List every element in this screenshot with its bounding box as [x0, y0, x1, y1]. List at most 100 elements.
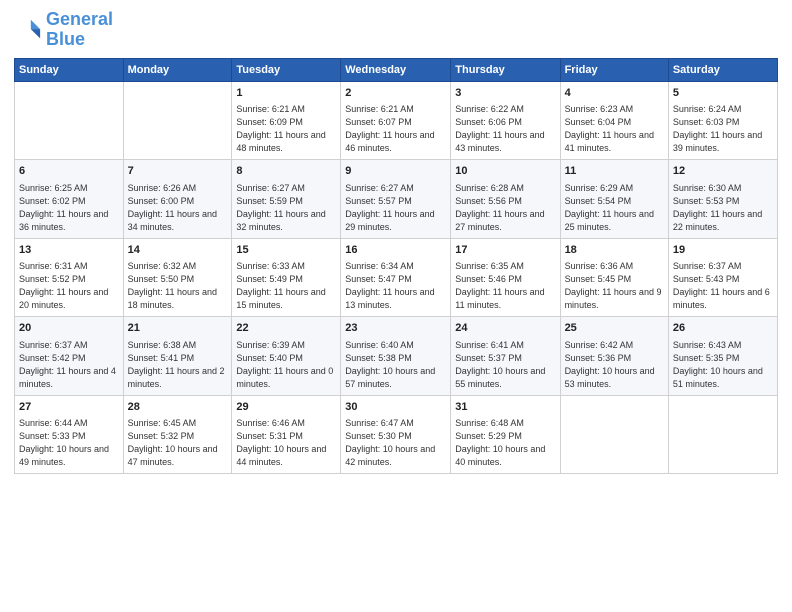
day-cell-1: 1 Sunrise: 6:21 AM Sunset: 6:09 PM Daylig…	[232, 81, 341, 160]
week-row-2: 6 Sunrise: 6:25 AM Sunset: 6:02 PM Daylig…	[15, 160, 778, 239]
day-number: 24	[455, 321, 555, 336]
day-cell-3: 3 Sunrise: 6:22 AM Sunset: 6:06 PM Daylig…	[451, 81, 560, 160]
day-info: Sunrise: 6:45 AM Sunset: 5:32 PM Dayligh…	[128, 417, 228, 469]
day-cell-6: 6 Sunrise: 6:25 AM Sunset: 6:02 PM Daylig…	[15, 160, 124, 239]
day-number: 29	[236, 400, 336, 415]
day-info: Sunrise: 6:37 AM Sunset: 5:43 PM Dayligh…	[673, 260, 773, 312]
day-number: 9	[345, 164, 446, 179]
day-cell-30: 30 Sunrise: 6:47 AM Sunset: 5:30 PM Dayli…	[341, 395, 451, 474]
day-number: 1	[236, 86, 336, 101]
day-cell-28: 28 Sunrise: 6:45 AM Sunset: 5:32 PM Dayli…	[123, 395, 232, 474]
day-number: 4	[565, 86, 664, 101]
day-cell-10: 10Sunrise: 6:28 AM Sunset: 5:56 PM Dayli…	[451, 160, 560, 239]
weekday-monday: Monday	[123, 58, 232, 81]
logo: General Blue	[14, 10, 113, 50]
day-number: 6	[19, 164, 119, 179]
day-number: 14	[128, 243, 228, 258]
day-cell-11: 11 Sunrise: 6:29 AM Sunset: 5:54 PM Dayli…	[560, 160, 668, 239]
day-info: Sunrise: 6:38 AM Sunset: 5:41 PM Dayligh…	[128, 339, 228, 391]
day-number: 30	[345, 400, 446, 415]
empty-cell	[15, 81, 124, 160]
weekday-saturday: Saturday	[668, 58, 777, 81]
day-info: Sunrise: 6:42 AM Sunset: 5:36 PM Dayligh…	[565, 339, 664, 391]
day-number: 17	[455, 243, 555, 258]
logo-icon	[14, 16, 42, 44]
week-row-4: 20 Sunrise: 6:37 AM Sunset: 5:42 PM Dayli…	[15, 317, 778, 396]
day-number: 25	[565, 321, 664, 336]
day-info: Sunrise: 6:48 AM Sunset: 5:29 PM Dayligh…	[455, 417, 555, 469]
day-info: Sunrise: 6:23 AM Sunset: 6:04 PM Dayligh…	[565, 103, 664, 155]
day-info: Sunrise: 6:36 AM Sunset: 5:45 PM Dayligh…	[565, 260, 664, 312]
day-info: Sunrise: 6:31 AM Sunset: 5:52 PM Dayligh…	[19, 260, 119, 312]
day-number: 8	[236, 164, 336, 179]
day-info: Sunrise: 6:46 AM Sunset: 5:31 PM Dayligh…	[236, 417, 336, 469]
day-number: 20	[19, 321, 119, 336]
day-cell-4: 4 Sunrise: 6:23 AM Sunset: 6:04 PM Daylig…	[560, 81, 668, 160]
weekday-sunday: Sunday	[15, 58, 124, 81]
day-number: 13	[19, 243, 119, 258]
day-info: Sunrise: 6:32 AM Sunset: 5:50 PM Dayligh…	[128, 260, 228, 312]
day-info: Sunrise: 6:30 AM Sunset: 5:53 PM Dayligh…	[673, 182, 773, 234]
day-number: 15	[236, 243, 336, 258]
day-cell-26: 26 Sunrise: 6:43 AM Sunset: 5:35 PM Dayli…	[668, 317, 777, 396]
empty-cell	[123, 81, 232, 160]
day-number: 7	[128, 164, 228, 179]
day-number: 23	[345, 321, 446, 336]
weekday-wednesday: Wednesday	[341, 58, 451, 81]
day-number: 16	[345, 243, 446, 258]
week-row-5: 27 Sunrise: 6:44 AM Sunset: 5:33 PM Dayli…	[15, 395, 778, 474]
day-number: 31	[455, 400, 555, 415]
day-cell-8: 8Sunrise: 6:27 AM Sunset: 5:59 PM Daylig…	[232, 160, 341, 239]
day-cell-24: 24 Sunrise: 6:41 AM Sunset: 5:37 PM Dayli…	[451, 317, 560, 396]
day-info: Sunrise: 6:25 AM Sunset: 6:02 PM Dayligh…	[19, 182, 119, 234]
day-number: 26	[673, 321, 773, 336]
day-info: Sunrise: 6:33 AM Sunset: 5:49 PM Dayligh…	[236, 260, 336, 312]
week-row-3: 13 Sunrise: 6:31 AM Sunset: 5:52 PM Dayli…	[15, 238, 778, 317]
day-info: Sunrise: 6:37 AM Sunset: 5:42 PM Dayligh…	[19, 339, 119, 391]
weekday-tuesday: Tuesday	[232, 58, 341, 81]
day-cell-23: 23 Sunrise: 6:40 AM Sunset: 5:38 PM Dayli…	[341, 317, 451, 396]
day-info: Sunrise: 6:34 AM Sunset: 5:47 PM Dayligh…	[345, 260, 446, 312]
day-cell-29: 29 Sunrise: 6:46 AM Sunset: 5:31 PM Dayli…	[232, 395, 341, 474]
day-info: Sunrise: 6:21 AM Sunset: 6:07 PM Dayligh…	[345, 103, 446, 155]
day-cell-18: 18 Sunrise: 6:36 AM Sunset: 5:45 PM Dayli…	[560, 238, 668, 317]
header: General Blue	[14, 10, 778, 50]
day-info: Sunrise: 6:41 AM Sunset: 5:37 PM Dayligh…	[455, 339, 555, 391]
day-cell-12: 12 Sunrise: 6:30 AM Sunset: 5:53 PM Dayli…	[668, 160, 777, 239]
day-cell-22: 22Sunrise: 6:39 AM Sunset: 5:40 PM Dayli…	[232, 317, 341, 396]
page: General Blue SundayMondayTuesdayWednesda…	[0, 0, 792, 612]
day-cell-7: 7 Sunrise: 6:26 AM Sunset: 6:00 PM Daylig…	[123, 160, 232, 239]
day-info: Sunrise: 6:43 AM Sunset: 5:35 PM Dayligh…	[673, 339, 773, 391]
weekday-thursday: Thursday	[451, 58, 560, 81]
day-number: 2	[345, 86, 446, 101]
logo-text: General Blue	[46, 10, 113, 50]
day-info: Sunrise: 6:29 AM Sunset: 5:54 PM Dayligh…	[565, 182, 664, 234]
day-number: 18	[565, 243, 664, 258]
day-number: 28	[128, 400, 228, 415]
day-info: Sunrise: 6:26 AM Sunset: 6:00 PM Dayligh…	[128, 182, 228, 234]
day-info: Sunrise: 6:21 AM Sunset: 6:09 PM Dayligh…	[236, 103, 336, 155]
day-cell-5: 5Sunrise: 6:24 AM Sunset: 6:03 PM Daylig…	[668, 81, 777, 160]
day-number: 12	[673, 164, 773, 179]
empty-cell	[668, 395, 777, 474]
day-info: Sunrise: 6:35 AM Sunset: 5:46 PM Dayligh…	[455, 260, 555, 312]
day-number: 3	[455, 86, 555, 101]
day-cell-25: 25 Sunrise: 6:42 AM Sunset: 5:36 PM Dayli…	[560, 317, 668, 396]
day-number: 11	[565, 164, 664, 179]
day-info: Sunrise: 6:44 AM Sunset: 5:33 PM Dayligh…	[19, 417, 119, 469]
day-number: 5	[673, 86, 773, 101]
week-row-1: 1 Sunrise: 6:21 AM Sunset: 6:09 PM Daylig…	[15, 81, 778, 160]
day-info: Sunrise: 6:22 AM Sunset: 6:06 PM Dayligh…	[455, 103, 555, 155]
weekday-friday: Friday	[560, 58, 668, 81]
day-cell-17: 17 Sunrise: 6:35 AM Sunset: 5:46 PM Dayli…	[451, 238, 560, 317]
day-info: Sunrise: 6:27 AM Sunset: 5:57 PM Dayligh…	[345, 182, 446, 234]
day-number: 27	[19, 400, 119, 415]
empty-cell	[560, 395, 668, 474]
day-number: 21	[128, 321, 228, 336]
day-cell-16: 16 Sunrise: 6:34 AM Sunset: 5:47 PM Dayli…	[341, 238, 451, 317]
day-cell-21: 21 Sunrise: 6:38 AM Sunset: 5:41 PM Dayli…	[123, 317, 232, 396]
day-cell-15: 15 Sunrise: 6:33 AM Sunset: 5:49 PM Dayli…	[232, 238, 341, 317]
day-info: Sunrise: 6:47 AM Sunset: 5:30 PM Dayligh…	[345, 417, 446, 469]
weekday-header-row: SundayMondayTuesdayWednesdayThursdayFrid…	[15, 58, 778, 81]
day-info: Sunrise: 6:40 AM Sunset: 5:38 PM Dayligh…	[345, 339, 446, 391]
